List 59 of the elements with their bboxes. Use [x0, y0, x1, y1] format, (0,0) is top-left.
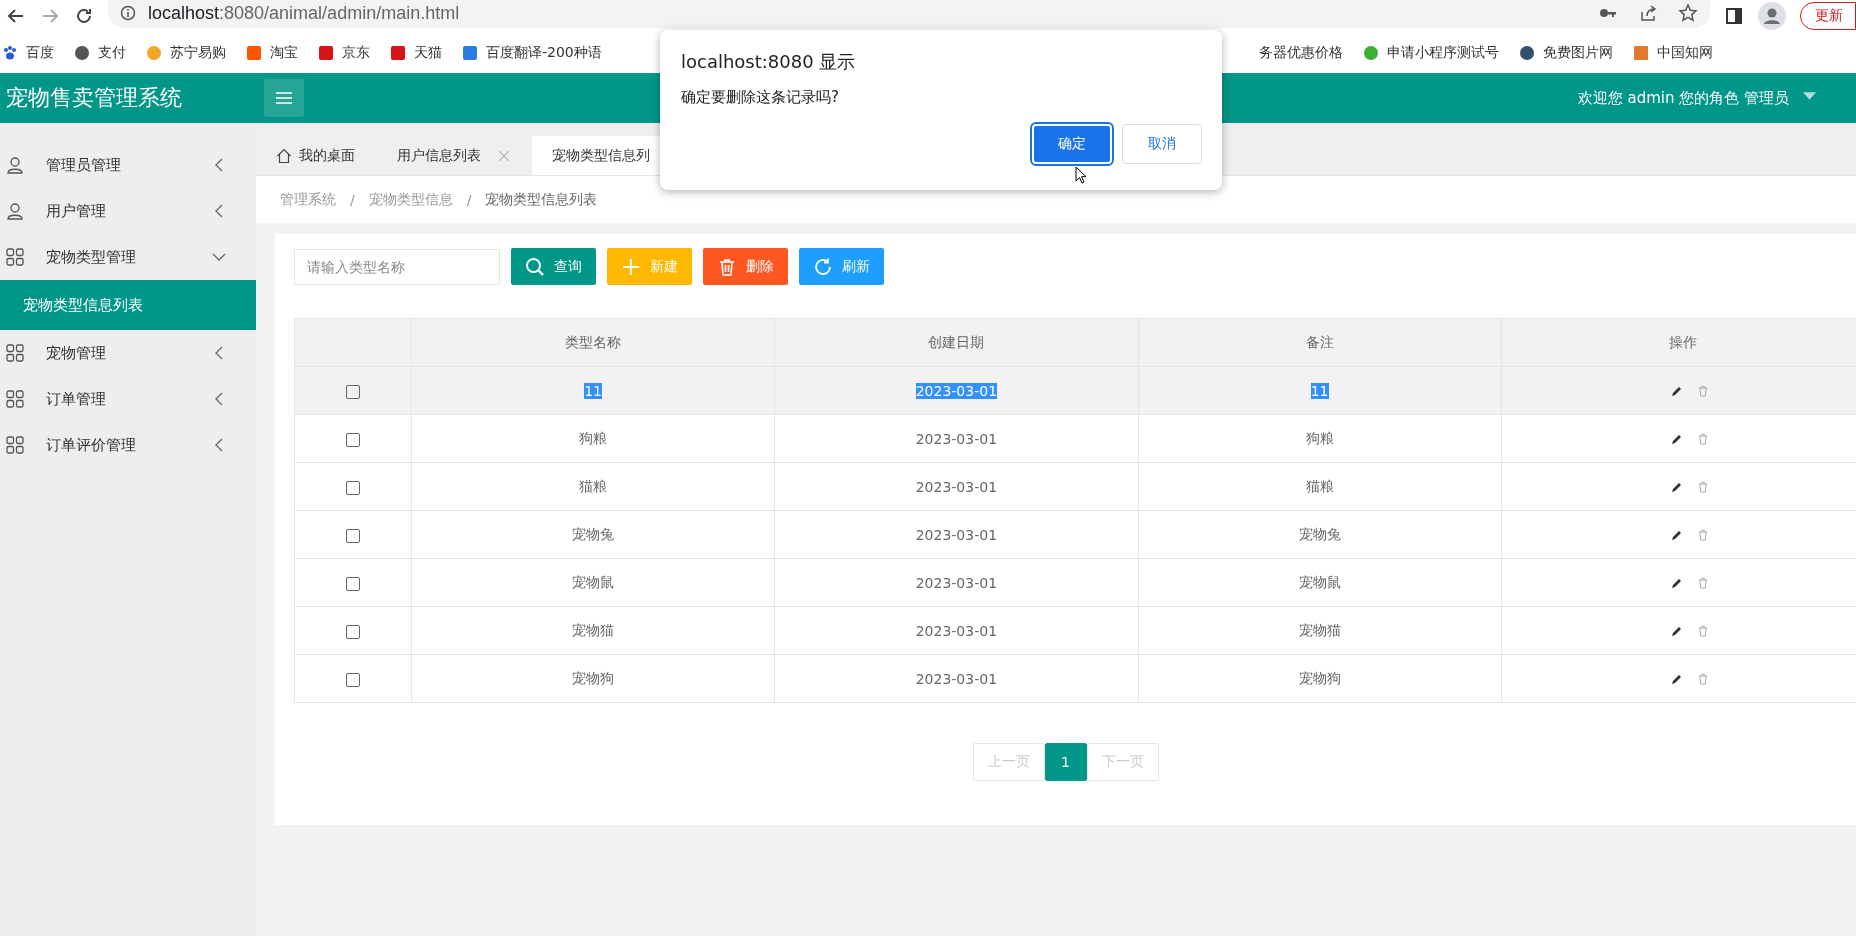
table-cell: 宠物狗 — [572, 669, 615, 686]
table-cell: 2023-03-01 — [915, 670, 998, 687]
breadcrumb-separator: / — [466, 191, 472, 208]
sidebar-item[interactable]: 宠物管理 — [0, 330, 256, 376]
table-cell: 2023-03-01 — [915, 622, 998, 639]
bookmark[interactable]: 淘宝 — [246, 43, 298, 62]
bookmark[interactable]: 务器优惠价格 — [1259, 43, 1343, 62]
bookmark[interactable]: 京东 — [318, 43, 370, 62]
table-cell: 2023-03-01 — [915, 526, 998, 543]
column-header: 操作 — [1501, 318, 1856, 367]
confirm-button[interactable]: 确定 — [1032, 124, 1112, 164]
table-cell: 猫粮 — [1305, 477, 1334, 494]
sidebar-item[interactable]: 用户管理 — [0, 188, 256, 234]
app-title: 宠物售卖管理系统 — [5, 84, 183, 112]
table-cell: 11 — [584, 382, 603, 399]
bookmark[interactable]: 申请小程序测试号 — [1363, 43, 1499, 62]
search-field[interactable]: 请输入类型名称 — [294, 248, 500, 285]
table-cell: 宠物猫 — [572, 621, 615, 638]
table-cell: 狗粮 — [1305, 429, 1334, 446]
table-cell: 狗粮 — [579, 429, 608, 446]
table-cell: 2023-03-01 — [915, 430, 998, 447]
table-cell: 宠物兔 — [1298, 525, 1341, 542]
table-cell: 猫粮 — [579, 477, 608, 494]
bookmark[interactable]: 天猫 — [390, 43, 442, 62]
bookmark[interactable]: 百度翻译-200种语 — [462, 43, 602, 62]
bookmark[interactable]: 百度 — [2, 43, 54, 62]
table-cell: 宠物鼠 — [572, 573, 615, 590]
breadcrumb-separator: / — [350, 191, 355, 208]
bookmark[interactable]: 免费图片网 — [1519, 43, 1613, 62]
breadcrumb-link[interactable]: 宠物类型信息列表 — [485, 190, 598, 209]
user-menu[interactable]: 欢迎您 admin 您的角色 管理员 — [1577, 88, 1789, 108]
table-cell: 宠物兔 — [572, 525, 615, 542]
sidebar-item[interactable]: 宠物类型管理 — [0, 234, 256, 280]
bookmark[interactable]: 支付 — [74, 43, 126, 62]
table-cell: 2023-03-01 — [915, 382, 998, 399]
table-cell: 2023-03-01 — [915, 574, 998, 591]
update-button[interactable]: 更新 — [1800, 2, 1856, 30]
bookmark[interactable]: 中国知网 — [1633, 43, 1713, 62]
dialog-title: localhost:8080 显示 — [681, 50, 857, 74]
dialog-message: 确定要删除这条记录吗? — [681, 88, 840, 107]
tab[interactable]: 用户信息列表 — [377, 136, 532, 175]
column-header: 备注 — [1138, 318, 1502, 367]
table-cell: 宠物鼠 — [1298, 573, 1341, 590]
table-cell: 11 — [1310, 382, 1329, 399]
page-button[interactable]: 1 — [1044, 743, 1087, 781]
column-header: 类型名称 — [411, 318, 775, 367]
column-header: 创建日期 — [774, 318, 1138, 367]
cancel-button[interactable]: 取消 — [1122, 124, 1202, 164]
table-cell: 2023-03-01 — [915, 478, 998, 495]
search-button[interactable]: 查询 — [511, 248, 596, 285]
address-bar[interactable]: localhost:8080/animal/admin/main.html — [108, 0, 1710, 28]
tab[interactable]: 我的桌面 — [256, 136, 377, 175]
table-cell: 宠物猫 — [1298, 621, 1341, 638]
sidebar-item[interactable]: 订单管理 — [0, 376, 256, 422]
sidebar-item[interactable]: 管理员管理 — [0, 142, 256, 188]
sidebar-subitem[interactable]: 宠物类型信息列表 — [0, 280, 256, 330]
sidebar-item[interactable]: 订单评价管理 — [0, 422, 256, 468]
table-cell: 宠物狗 — [1298, 669, 1341, 686]
bookmark[interactable]: 苏宁易购 — [146, 43, 226, 62]
